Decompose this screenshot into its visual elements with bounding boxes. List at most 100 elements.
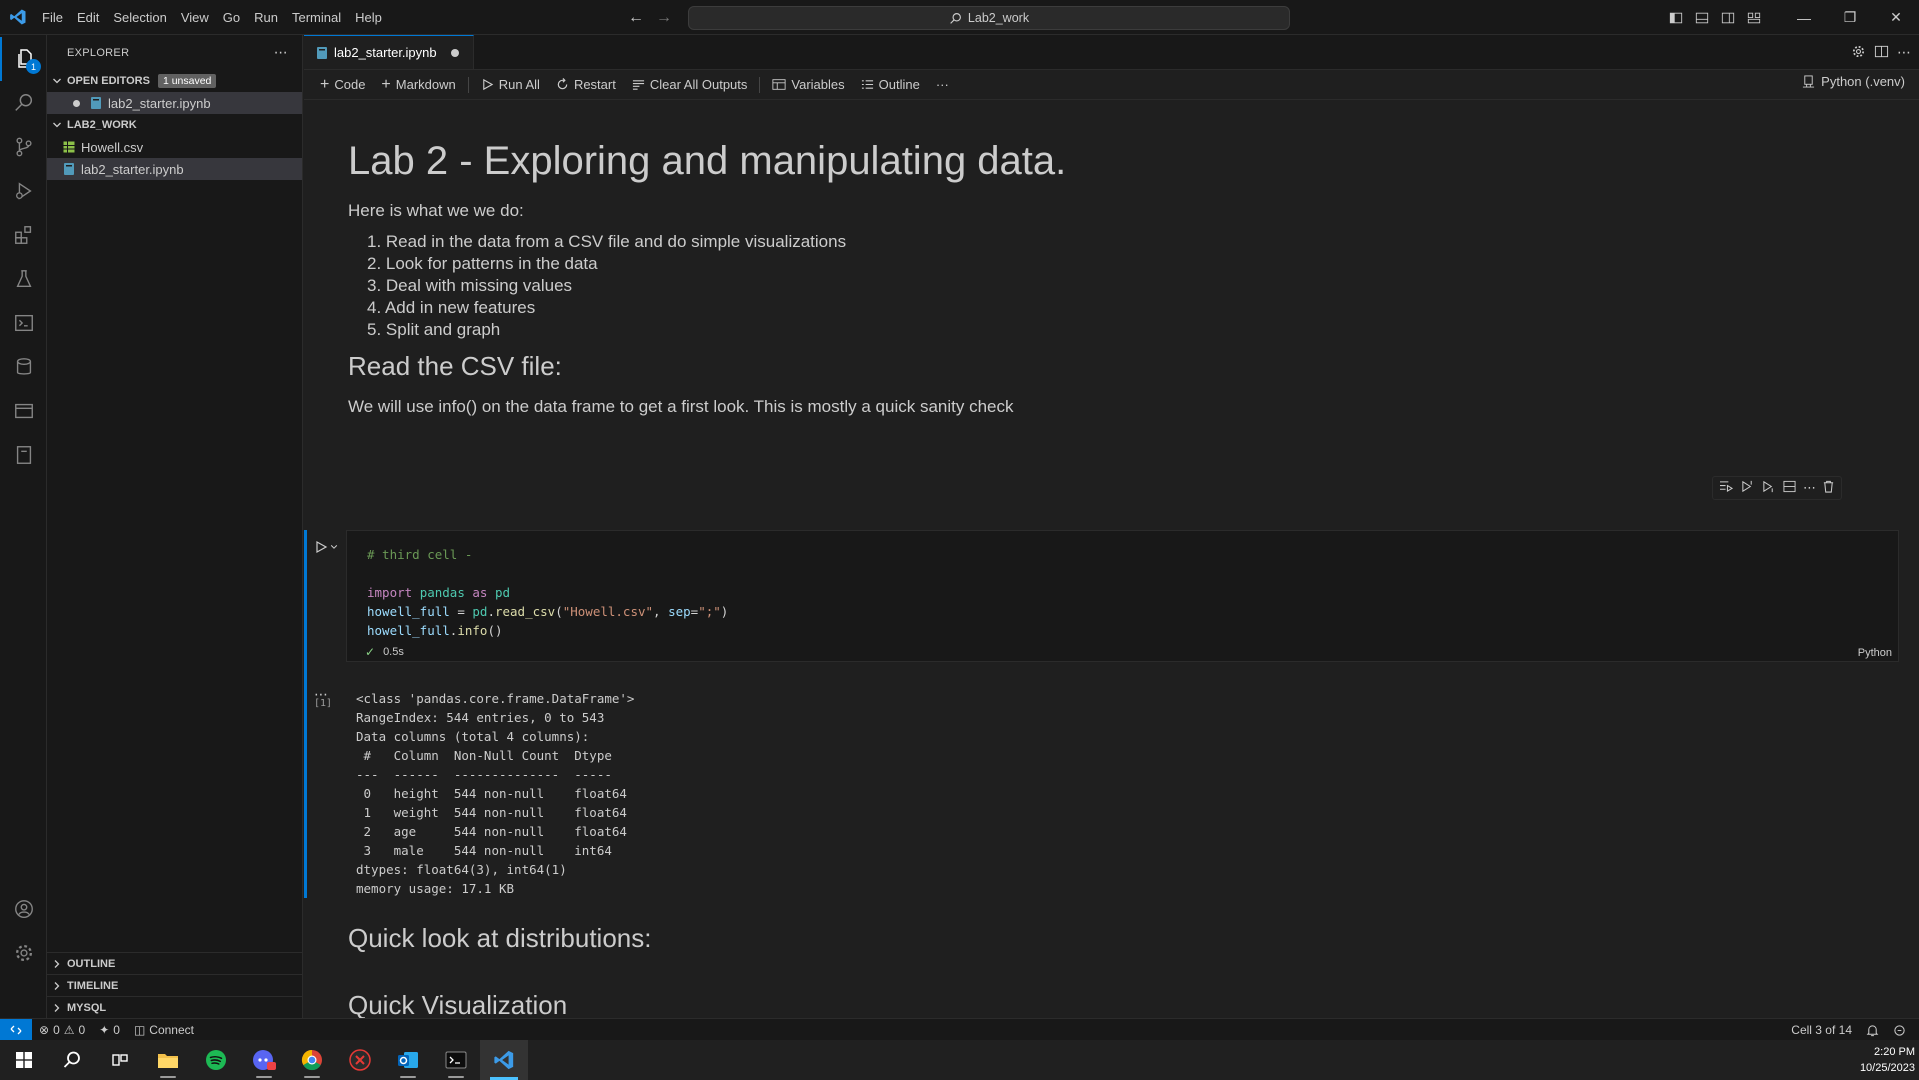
source-control-activity[interactable] <box>0 125 47 169</box>
run-cell-button[interactable] <box>314 540 338 554</box>
restart-button[interactable]: Restart <box>548 74 624 96</box>
more-actions-icon[interactable]: ⋯ <box>274 44 288 61</box>
customize-layout-icon[interactable] <box>1741 0 1767 35</box>
title-bar: File Edit Selection View Go Run Terminal… <box>0 0 1919 35</box>
remote-explorer-icon <box>14 403 33 419</box>
outline-section[interactable]: OUTLINE <box>47 952 303 974</box>
tab-lab2-starter[interactable]: lab2_starter.ipynb <box>304 35 474 69</box>
menu-go[interactable]: Go <box>216 0 247 35</box>
extensions-activity[interactable] <box>0 213 47 257</box>
unsaved-dot-icon[interactable] <box>450 48 459 57</box>
file-label: lab2_starter.ipynb <box>81 161 184 177</box>
notebook-icon <box>16 446 31 464</box>
taskbar-discord[interactable] <box>240 1040 288 1080</box>
menu-selection[interactable]: Selection <box>106 0 173 35</box>
taskbar-vscode[interactable] <box>480 1040 528 1080</box>
run-all-button[interactable]: Run All <box>473 74 548 96</box>
taskbar-terminal[interactable] <box>432 1040 480 1080</box>
taskbar-spotify[interactable] <box>192 1040 240 1080</box>
jupyter-activity[interactable] <box>0 433 47 477</box>
toggle-panel-icon[interactable] <box>1689 0 1715 35</box>
editor-area: lab2_starter.ipynb ⋯ + Code + Markdown Run… <box>304 35 1919 1018</box>
manage-activity[interactable] <box>0 931 47 975</box>
accounts-activity[interactable] <box>0 887 47 931</box>
folder-section[interactable]: LAB2_WORK <box>47 114 302 136</box>
explorer-activity[interactable]: 1 <box>0 37 47 81</box>
ports-indicator[interactable]: ✦ 0 <box>92 1023 127 1037</box>
connect-button[interactable]: ◫ Connect <box>127 1023 201 1037</box>
taskbar-search-button[interactable] <box>48 1040 96 1080</box>
minimize-button[interactable]: — <box>1781 0 1827 35</box>
close-window-button[interactable]: ✕ <box>1873 0 1919 35</box>
variables-icon <box>772 79 786 90</box>
open-editor-item[interactable]: lab2_starter.ipynb <box>47 92 302 114</box>
testing-activity[interactable] <box>0 257 47 301</box>
mysql-section[interactable]: MYSQL <box>47 996 303 1018</box>
more-actions-icon[interactable]: ⋯ <box>1897 44 1911 61</box>
explorer-badge: 1 <box>26 59 41 74</box>
add-code-cell-button[interactable]: + Code <box>312 74 373 96</box>
cell-position[interactable]: Cell 3 of 14 <box>1784 1023 1859 1037</box>
heading-read-csv: Read the CSV file: <box>348 351 562 381</box>
clear-all-outputs-button[interactable]: Clear All Outputs <box>624 74 756 96</box>
gear-icon[interactable] <box>1851 44 1866 62</box>
cell-language[interactable]: Python <box>1858 647 1892 659</box>
output-line: 1 weight 544 non-null float64 <box>356 805 627 820</box>
outline-button[interactable]: Outline <box>853 74 928 96</box>
start-button[interactable] <box>0 1040 48 1080</box>
more-actions-icon[interactable]: ⋯ <box>1803 480 1816 496</box>
problems-indicator[interactable]: ⊗ 0 ⚠ 0 <box>32 1023 92 1037</box>
taskbar-outlook[interactable] <box>384 1040 432 1080</box>
run-by-line-icon[interactable] <box>1719 480 1734 496</box>
variables-button[interactable]: Variables <box>764 74 852 96</box>
output-more-icon[interactable]: ⋯ <box>314 686 328 703</box>
menu-file[interactable]: File <box>35 0 70 35</box>
chevron-down-icon <box>51 119 63 131</box>
feedback-icon[interactable] <box>1886 1024 1913 1037</box>
menu-help[interactable]: Help <box>348 0 389 35</box>
file-item-lab2-starter[interactable]: lab2_starter.ipynb <box>47 158 302 180</box>
kernel-picker[interactable]: Python (.venv) <box>1802 74 1905 89</box>
restore-button[interactable]: ❐ <box>1827 0 1873 35</box>
task-view-button[interactable] <box>96 1040 144 1080</box>
system-clock[interactable]: 2:20 PM 10/25/2023 <box>1860 1044 1915 1076</box>
back-arrow-icon[interactable]: ← <box>628 9 644 27</box>
run-above-icon[interactable] <box>1740 480 1755 496</box>
dirty-dot-icon <box>73 99 80 107</box>
notebook-file-icon <box>64 163 74 175</box>
bell-icon[interactable] <box>1859 1024 1886 1037</box>
command-center-search[interactable]: Lab2_work <box>688 6 1290 30</box>
terminal-activity[interactable] <box>0 301 47 345</box>
app-icon <box>349 1049 371 1071</box>
menu-bar: File Edit Selection View Go Run Terminal… <box>35 0 389 35</box>
menu-run[interactable]: Run <box>247 0 285 35</box>
flask-icon <box>16 270 31 288</box>
search-activity[interactable] <box>0 81 47 125</box>
remote-indicator[interactable] <box>0 1018 32 1041</box>
check-icon: ✓ <box>365 645 376 659</box>
remote-explorer-activity[interactable] <box>0 389 47 433</box>
menu-terminal[interactable]: Terminal <box>285 0 348 35</box>
run-below-icon[interactable] <box>1761 480 1776 496</box>
code-cell[interactable]: # third cell - import pandas as pd howel… <box>346 530 1899 662</box>
taskbar-file-explorer[interactable] <box>144 1040 192 1080</box>
run-debug-activity[interactable] <box>0 169 47 213</box>
delete-cell-icon[interactable] <box>1822 480 1835 496</box>
toggle-secondary-sidebar-icon[interactable] <box>1715 0 1741 35</box>
forward-arrow-icon[interactable]: → <box>656 9 672 27</box>
outlook-icon <box>398 1052 418 1068</box>
file-item-howell-csv[interactable]: Howell.csv <box>47 136 302 158</box>
more-toolbar-button[interactable]: ··· <box>928 74 957 96</box>
menu-view[interactable]: View <box>174 0 216 35</box>
open-editors-section[interactable]: OPEN EDITORS 1 unsaved <box>47 70 302 92</box>
split-editor-icon[interactable] <box>1874 44 1889 62</box>
taskbar-app[interactable] <box>336 1040 384 1080</box>
add-markdown-cell-button[interactable]: + Markdown <box>373 74 463 96</box>
timeline-section[interactable]: TIMELINE <box>47 974 303 996</box>
code-editor[interactable]: # third cell - import pandas as pd howel… <box>367 545 728 640</box>
menu-edit[interactable]: Edit <box>70 0 106 35</box>
database-activity[interactable] <box>0 345 47 389</box>
toggle-primary-sidebar-icon[interactable] <box>1663 0 1689 35</box>
taskbar-chrome[interactable] <box>288 1040 336 1080</box>
split-cell-icon[interactable] <box>1782 480 1797 496</box>
